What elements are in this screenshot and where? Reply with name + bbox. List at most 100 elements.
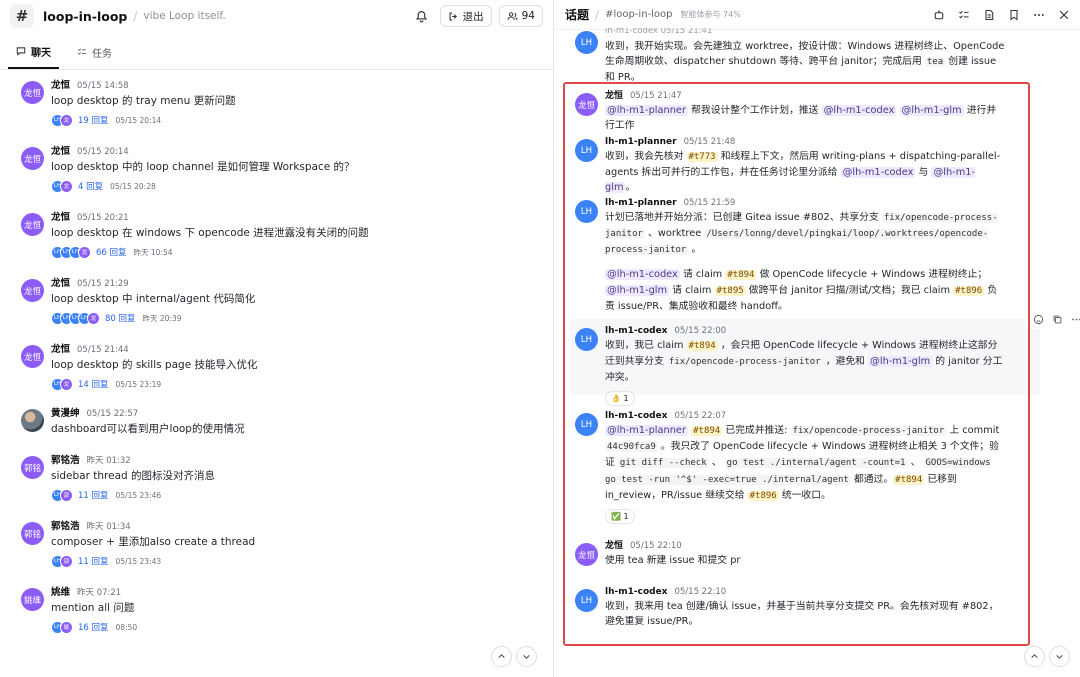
chevron-down-icon[interactable] — [1049, 646, 1070, 667]
avatar: 龙恒 — [21, 213, 44, 236]
thread-time: 昨天 01:34 — [86, 522, 131, 532]
doc-icon[interactable] — [983, 9, 995, 21]
exit-button[interactable]: 退出 — [439, 5, 492, 27]
thread-title: composer + 里添加also create a thread — [51, 536, 256, 548]
agent-participation: 智能体参与 74% — [680, 10, 741, 19]
avatar: 龙 — [60, 179, 73, 193]
message-text: 收到，我开始实现。会先建独立 worktree，按设计做：Windows 进程树… — [605, 41, 1005, 84]
thread-title: sidebar thread 的图标没对齐消息 — [51, 470, 216, 482]
thread-time: 05/15 21:44 — [77, 345, 129, 355]
ticket-tag[interactable]: #t773 — [686, 152, 718, 162]
avatar: LH — [575, 139, 598, 162]
members-button[interactable]: 94 — [498, 5, 543, 27]
avatar: 龙恒 — [21, 81, 44, 104]
ticket-tag[interactable]: #t896 — [747, 490, 779, 501]
avatar: 郭铭 — [21, 456, 44, 479]
chat-icon — [16, 47, 26, 56]
thread-title: loop desktop 中 internal/agent 代码简化 — [51, 293, 256, 305]
ticket-tag[interactable]: #t894 — [691, 426, 723, 436]
hash-icon: # — [10, 4, 34, 28]
thread-time: 昨天 07:21 — [77, 588, 122, 598]
mention[interactable]: @lh-m1-glm — [899, 105, 964, 116]
mention[interactable]: @lh-m1-planner — [605, 425, 688, 436]
channel-tabs: 聊天 任务 — [0, 32, 553, 70]
thread-author: 龙恒 — [51, 344, 71, 355]
more-icon[interactable] — [1071, 314, 1080, 325]
message-time: 05/15 22:07 — [674, 411, 727, 421]
checklist-icon[interactable] — [958, 9, 970, 21]
message-author: lh-m1-codex — [605, 411, 668, 421]
inline-code: tea — [924, 57, 946, 68]
chevron-down-icon[interactable] — [516, 646, 537, 667]
mention[interactable]: @lh-m1-codex — [840, 167, 916, 179]
mention[interactable]: @lh-m1-glm — [605, 284, 670, 296]
chevron-up-icon[interactable] — [491, 646, 512, 667]
reply-count[interactable]: 11 回复 — [78, 555, 109, 567]
ticket-tag[interactable]: #t896 — [953, 285, 985, 296]
reaction-chip[interactable]: 👌 1 — [605, 390, 635, 406]
reply-count[interactable]: 66 回复 — [96, 246, 127, 258]
message-text: @lh-m1-planner #t894 已完成并推送: fix/opencod… — [605, 425, 1000, 501]
emoji-icon[interactable] — [1033, 314, 1044, 325]
separator: / — [133, 9, 138, 23]
thread-author: 郭铭浩 — [51, 521, 80, 532]
thread-replies[interactable]: LH 龙 14 回复 05/15 23:19 — [51, 377, 541, 391]
more-icon[interactable] — [1033, 9, 1045, 21]
exit-icon — [449, 12, 457, 20]
tab-tasks[interactable]: 任务 — [69, 35, 120, 69]
message-text: 计划已落地并开始分派：已创建 Gitea issue #802、共享分支 fix… — [605, 212, 998, 313]
ticket-tag[interactable]: #t894 — [686, 341, 718, 351]
reply-time: 05/15 23:46 — [115, 490, 162, 500]
reaction-chip[interactable]: ✅ 1 — [605, 509, 635, 525]
reply-time: 05/15 23:43 — [115, 556, 162, 566]
tab-chat[interactable]: 聊天 — [8, 35, 59, 69]
message-time: 05/15 21:59 — [683, 198, 736, 208]
close-icon[interactable] — [1058, 9, 1070, 21]
users-icon — [507, 11, 518, 20]
ticket-tag[interactable]: #t894 — [725, 269, 757, 280]
ticket-tag[interactable]: #t895 — [714, 285, 746, 296]
avatar: 郭铭 — [21, 522, 44, 545]
chevron-up-icon[interactable] — [1024, 646, 1045, 667]
thread-replies[interactable]: LH LH LH 龙 66 回复 昨天 10:54 — [51, 245, 541, 259]
channel-name[interactable]: loop-in-loop — [43, 9, 127, 24]
reply-count[interactable]: 80 回复 — [105, 312, 136, 324]
avatar — [21, 409, 44, 432]
thread-replies[interactable]: LH LH LH LH 龙 80 回复 昨天 20:39 — [51, 311, 541, 325]
thread-channel[interactable]: #loop-in-loop — [605, 9, 672, 20]
reply-count[interactable]: 4 回复 — [78, 180, 103, 192]
thread-replies[interactable]: LH 龙 4 回复 05/15 20:28 — [51, 179, 541, 193]
message-meta: lh-m1-codex 05/15 21:41 — [605, 28, 713, 36]
thread-author: 黄漫绅 — [51, 408, 80, 419]
channel-description: vibe Loop itself. — [143, 10, 226, 22]
message-time: 05/15 21:48 — [683, 137, 736, 147]
thread-replies[interactable]: LH 郭 11 回复 05/15 23:43 — [51, 554, 541, 568]
copy-icon[interactable] — [1052, 314, 1063, 325]
thread-title: loop desktop 的 skills page 技能导入优化 — [51, 359, 258, 371]
thread-replies[interactable]: LH 龙 19 回复 05/15 20:14 — [51, 113, 541, 127]
message-actions — [1025, 309, 1080, 329]
inline-code: git diff --check — [617, 458, 709, 469]
thread-time: 昨天 01:32 — [86, 456, 131, 466]
mention[interactable]: @lh-m1-codex — [821, 105, 897, 116]
mention[interactable]: @lh-m1-codex — [605, 268, 680, 280]
bell-icon[interactable] — [415, 10, 428, 23]
separator: / — [595, 7, 600, 22]
bookmark-icon[interactable] — [1008, 9, 1020, 21]
reply-count[interactable]: 19 回复 — [78, 114, 109, 126]
mention[interactable]: @lh-m1-glm — [868, 356, 933, 368]
avatar: 龙恒 — [21, 345, 44, 368]
thread-replies[interactable]: LH 郭 11 回复 05/15 23:46 — [51, 488, 541, 502]
reply-time: 05/15 20:14 — [115, 115, 162, 125]
bot-icon[interactable] — [933, 9, 945, 21]
inline-code: fix/opencode-process-janitor — [666, 357, 823, 368]
channel-header: # loop-in-loop / vibe Loop itself. 退出 94 — [0, 0, 553, 32]
reply-count[interactable]: 11 回复 — [78, 489, 109, 501]
reply-time: 昨天 20:39 — [142, 313, 182, 323]
reply-count[interactable]: 14 回复 — [78, 378, 109, 390]
thread-replies[interactable]: LH 姚 16 回复 08:50 — [51, 620, 541, 634]
ticket-tag[interactable]: #t894 — [893, 474, 925, 485]
mention[interactable]: @lh-m1-planner — [605, 105, 688, 116]
message-author: 龙恒 — [605, 541, 624, 551]
reply-count[interactable]: 16 回复 — [78, 621, 109, 633]
